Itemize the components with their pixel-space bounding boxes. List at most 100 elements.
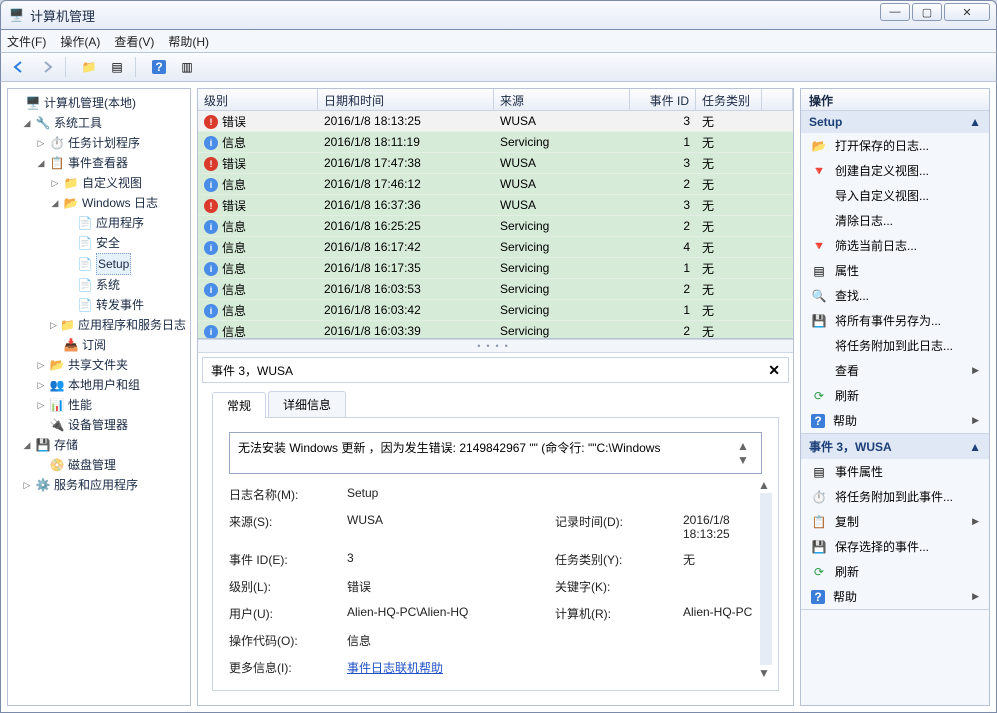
folder-open-icon: 📂: [811, 138, 827, 154]
action-help[interactable]: ?帮助: [801, 408, 989, 433]
action-create-custom-view[interactable]: 🔻创建自定义视图...: [801, 158, 989, 183]
tree-windows-logs[interactable]: ◢📂Windows 日志: [48, 193, 188, 213]
forward-button[interactable]: [35, 56, 59, 78]
detail-header: 事件 3，WUSA ✕: [202, 357, 789, 383]
tree-root[interactable]: 🖥️计算机管理(本地): [10, 93, 188, 113]
tree-device-manager[interactable]: 🔌设备管理器: [34, 415, 188, 435]
event-row[interactable]: !错误2016/1/8 16:37:36WUSA3无: [198, 195, 793, 216]
back-button[interactable]: [7, 56, 31, 78]
info-icon: i: [204, 136, 218, 150]
info-icon: i: [204, 262, 218, 276]
tree-event-viewer[interactable]: ◢📋事件查看器: [34, 153, 188, 173]
action-properties[interactable]: ▤属性: [801, 258, 989, 283]
info-icon: i: [204, 325, 218, 338]
message-scrollbar[interactable]: ▲▼: [737, 439, 753, 467]
action-save-selected-events[interactable]: 💾保存选择的事件...: [801, 534, 989, 559]
help-icon: ?: [811, 590, 825, 604]
detail-scrollbar[interactable]: ▲▼: [758, 478, 774, 680]
action-open-saved-log[interactable]: 📂打开保存的日志...: [801, 133, 989, 158]
col-source[interactable]: 来源: [494, 89, 630, 110]
action-find[interactable]: 🔍查找...: [801, 283, 989, 308]
tree-log-security[interactable]: 📄安全: [62, 233, 188, 253]
event-log-online-help-link[interactable]: 事件日志联机帮助: [347, 661, 443, 675]
action-help-2[interactable]: ?帮助: [801, 584, 989, 609]
event-row[interactable]: i信息2016/1/8 16:25:25Servicing2无: [198, 216, 793, 237]
actions-title: 操作: [801, 89, 989, 111]
col-level[interactable]: 级别: [198, 89, 318, 110]
action-import-custom-view[interactable]: 导入自定义视图...: [801, 183, 989, 208]
menu-view[interactable]: 查看(V): [114, 33, 154, 50]
event-grid-body[interactable]: !错误2016/1/8 18:13:25WUSA3无i信息2016/1/8 18…: [198, 111, 793, 338]
col-eventid[interactable]: 事件 ID: [630, 89, 696, 110]
event-row[interactable]: i信息2016/1/8 18:11:19Servicing1无: [198, 132, 793, 153]
tree-services-apps[interactable]: ▷⚙️服务和应用程序: [20, 475, 188, 495]
tree-performance[interactable]: ▷📊性能: [34, 395, 188, 415]
tree-log-setup[interactable]: 📄Setup: [62, 253, 188, 275]
tree-subscriptions[interactable]: 📥订阅: [48, 335, 188, 355]
action-refresh-2[interactable]: ⟳刷新: [801, 559, 989, 584]
col-datetime[interactable]: 日期和时间: [318, 89, 494, 110]
event-row[interactable]: !错误2016/1/8 17:47:38WUSA3无: [198, 153, 793, 174]
menu-action[interactable]: 操作(A): [60, 33, 100, 50]
tree-system-tools[interactable]: ◢🔧系统工具: [20, 113, 188, 133]
action-filter-current-log[interactable]: 🔻筛选当前日志...: [801, 233, 989, 258]
minimize-button[interactable]: —: [880, 3, 910, 21]
menu-help[interactable]: 帮助(H): [168, 33, 209, 50]
tree-local-users[interactable]: ▷👥本地用户和组: [34, 375, 188, 395]
event-row[interactable]: i信息2016/1/8 16:03:42Servicing1无: [198, 300, 793, 321]
tree-log-application[interactable]: 📄应用程序: [62, 213, 188, 233]
maximize-button[interactable]: ▢: [912, 3, 942, 21]
event-row[interactable]: i信息2016/1/8 17:46:12WUSA2无: [198, 174, 793, 195]
clear-icon: [811, 213, 827, 229]
navigation-tree[interactable]: 🖥️计算机管理(本地) ◢🔧系统工具 ▷⏱️任务计划程序 ◢📋事件查看器 ▷📁自…: [7, 88, 191, 706]
event-row[interactable]: i信息2016/1/8 16:17:42Servicing4无: [198, 237, 793, 258]
properties-button[interactable]: ▤: [105, 56, 129, 78]
collapse-icon: ▲: [969, 115, 981, 129]
menu-bar: 文件(F) 操作(A) 查看(V) 帮助(H): [0, 30, 997, 52]
action-view[interactable]: 查看: [801, 358, 989, 383]
tree-custom-views[interactable]: ▷📁自定义视图: [48, 173, 188, 193]
tree-app-service-logs[interactable]: ▷📁应用程序和服务日志: [48, 315, 188, 335]
save-icon: 💾: [811, 539, 827, 555]
tree-shared-folders[interactable]: ▷📂共享文件夹: [34, 355, 188, 375]
help-button[interactable]: ?: [147, 56, 171, 78]
info-icon: i: [204, 283, 218, 297]
tree-log-system[interactable]: 📄系统: [62, 275, 188, 295]
action-refresh[interactable]: ⟳刷新: [801, 383, 989, 408]
action-save-all-events[interactable]: 💾将所有事件另存为...: [801, 308, 989, 333]
filter-icon: 🔻: [811, 238, 827, 254]
info-icon: i: [204, 220, 218, 234]
action-pane-button[interactable]: ▥: [175, 56, 199, 78]
tab-details[interactable]: 详细信息: [268, 391, 346, 417]
tree-task-scheduler[interactable]: ▷⏱️任务计划程序: [34, 133, 188, 153]
detail-tabs: 常规 详细信息: [212, 391, 779, 418]
tree-storage[interactable]: ◢💾存储: [20, 435, 188, 455]
horizontal-splitter[interactable]: ••••: [198, 339, 793, 353]
action-clear-log[interactable]: 清除日志...: [801, 208, 989, 233]
actions-section-log[interactable]: Setup▲: [801, 111, 989, 133]
tree-log-forwarded[interactable]: 📄转发事件: [62, 295, 188, 315]
action-attach-task-to-log[interactable]: 将任务附加到此日志...: [801, 333, 989, 358]
window-title: 计算机管理: [30, 6, 95, 25]
action-copy[interactable]: 📋复制: [801, 509, 989, 534]
import-icon: [811, 188, 827, 204]
event-row[interactable]: !错误2016/1/8 18:13:25WUSA3无: [198, 111, 793, 132]
properties-icon: ▤: [811, 263, 827, 279]
save-icon: 💾: [811, 313, 827, 329]
tree-disk-management[interactable]: 📀磁盘管理: [34, 455, 188, 475]
event-row[interactable]: i信息2016/1/8 16:17:35Servicing1无: [198, 258, 793, 279]
show-hide-tree-button[interactable]: 📁: [77, 56, 101, 78]
action-event-properties[interactable]: ▤事件属性: [801, 459, 989, 484]
detail-close-button[interactable]: ✕: [768, 362, 780, 379]
tab-general[interactable]: 常规: [212, 392, 266, 418]
actions-section-event[interactable]: 事件 3，WUSA▲: [801, 434, 989, 459]
info-icon: i: [204, 178, 218, 192]
event-grid-header: 级别 日期和时间 来源 事件 ID 任务类别: [198, 89, 793, 111]
col-category[interactable]: 任务类别: [696, 89, 762, 110]
detail-body: 无法安装 Windows 更新 ，因为发生错误: 2149842967 "" (…: [212, 418, 779, 691]
menu-file[interactable]: 文件(F): [7, 33, 46, 50]
action-attach-task-to-event[interactable]: ⏱️将任务附加到此事件...: [801, 484, 989, 509]
event-row[interactable]: i信息2016/1/8 16:03:53Servicing2无: [198, 279, 793, 300]
close-button[interactable]: ✕: [944, 3, 990, 21]
event-row[interactable]: i信息2016/1/8 16:03:39Servicing2无: [198, 321, 793, 338]
